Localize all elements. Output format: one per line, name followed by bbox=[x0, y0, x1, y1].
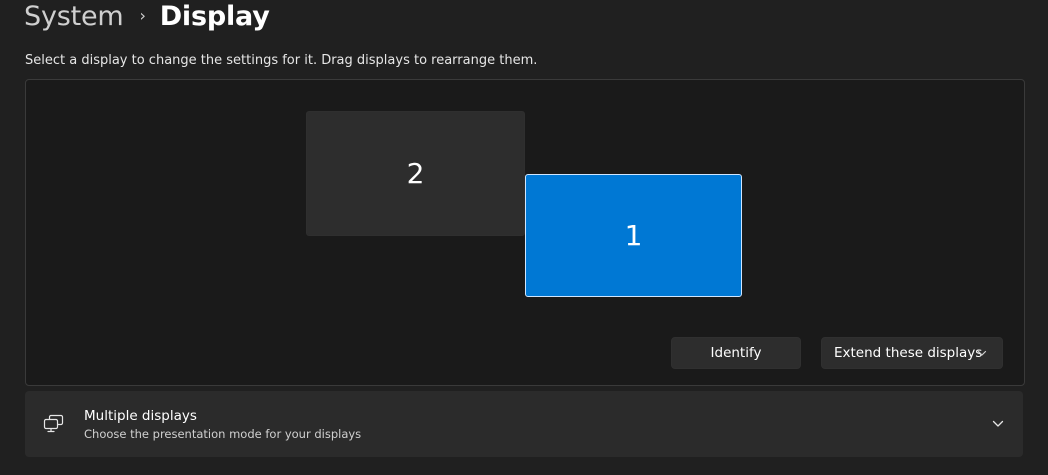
display-arrangement-canvas: 2 1 Identify Extend these displays bbox=[25, 79, 1025, 386]
display-mode-dropdown[interactable]: Extend these displays bbox=[821, 337, 1003, 369]
chevron-down-icon[interactable] bbox=[991, 418, 1005, 430]
monitor-2-tile[interactable]: 2 bbox=[306, 111, 525, 236]
multiple-displays-subtitle: Choose the presentation mode for your di… bbox=[84, 427, 362, 441]
chevron-down-icon bbox=[977, 350, 987, 356]
multiple-displays-expander[interactable]: Multiple displays Choose the presentatio… bbox=[25, 391, 1023, 457]
page-title: Display bbox=[159, 0, 270, 32]
multiple-displays-title: Multiple displays bbox=[84, 408, 197, 424]
breadcrumb-system-link[interactable]: System bbox=[24, 1, 124, 32]
monitor-1-label: 1 bbox=[624, 219, 643, 252]
breadcrumb-chevron-icon: › bbox=[139, 5, 146, 25]
display-arrangement-description: Select a display to change the settings … bbox=[25, 53, 538, 68]
multiple-displays-icon bbox=[43, 414, 64, 433]
display-settings-page: System › Display Select a display to cha… bbox=[0, 0, 1048, 475]
breadcrumb: System › Display bbox=[24, 0, 270, 36]
identify-button-label: Identify bbox=[710, 345, 762, 361]
monitor-2-label: 2 bbox=[406, 157, 425, 190]
monitor-1-tile[interactable]: 1 bbox=[525, 174, 742, 297]
identify-button[interactable]: Identify bbox=[671, 337, 801, 369]
display-mode-value: Extend these displays bbox=[834, 345, 983, 361]
